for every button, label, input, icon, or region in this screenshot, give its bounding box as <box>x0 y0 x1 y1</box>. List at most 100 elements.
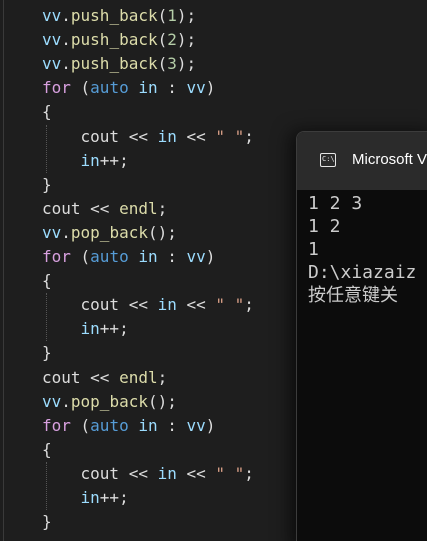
code-token: ; <box>119 319 129 339</box>
code-line: for (auto in : vv) <box>42 414 215 438</box>
code-token: << <box>119 463 158 483</box>
code-token: " " <box>215 463 245 483</box>
code-token: ) <box>205 78 216 98</box>
code-token: cout <box>80 463 120 483</box>
code-token: ); <box>176 54 197 74</box>
code-token: } <box>42 174 52 194</box>
code-token: << <box>119 126 158 146</box>
code-token: pop_back <box>70 222 148 242</box>
code-line: { <box>42 100 52 124</box>
code-token: endl <box>119 367 158 387</box>
code-token: vv <box>186 78 206 98</box>
code-token: push_back <box>70 6 158 25</box>
code-token: ; <box>157 198 168 218</box>
code-token: auto <box>90 247 129 266</box>
code-token: in <box>80 150 100 170</box>
code-token: auto <box>90 415 129 435</box>
code-token: << <box>119 295 158 315</box>
code-token: ; <box>244 126 254 146</box>
code-token: ); <box>176 30 197 50</box>
console-titlebar[interactable]: C:\ Microsoft V <box>297 132 427 190</box>
code-token: ; <box>244 295 254 315</box>
code-token: auto <box>90 78 129 98</box>
code-line: cout << in << " "; <box>42 462 254 486</box>
code-token: for <box>42 247 71 266</box>
code-token: << <box>176 463 216 483</box>
code-token: " " <box>215 126 245 146</box>
code-line: vv.push_back(3); <box>42 52 196 76</box>
code-token: << <box>176 295 216 315</box>
code-token: vv <box>42 391 62 411</box>
code-token: : <box>157 415 187 435</box>
code-token: . <box>61 222 71 242</box>
code-token: cout <box>42 367 81 387</box>
code-token: (); <box>147 391 177 411</box>
code-token: in <box>138 78 158 98</box>
code-token: ; <box>244 463 254 483</box>
code-token: for <box>42 78 71 98</box>
code-token: { <box>42 439 52 459</box>
code-token: 3 <box>167 54 177 74</box>
code-token: vv <box>42 54 62 74</box>
console-title: Microsoft V <box>352 151 427 168</box>
code-line: in++; <box>42 149 129 173</box>
editor-gutter-line <box>3 0 4 541</box>
code-token: in <box>138 247 158 266</box>
code-token: " " <box>215 295 245 315</box>
code-line: vv.pop_back(); <box>42 221 177 245</box>
code-token: in <box>80 319 100 339</box>
code-token: << <box>176 126 216 146</box>
code-token: ) <box>205 247 216 266</box>
code-token: in <box>138 415 158 435</box>
code-token: . <box>61 54 71 74</box>
code-token: push_back <box>70 54 158 74</box>
code-line: cout << in << " "; <box>42 293 254 317</box>
code-token: ; <box>157 367 168 387</box>
code-line: cout << in << " "; <box>42 125 254 149</box>
code-token: vv <box>186 247 206 266</box>
code-line: vv.pop_back(); <box>42 390 177 414</box>
code-token: in <box>80 488 100 507</box>
code-token: endl <box>119 198 158 218</box>
console-output-line: 按任意键关 <box>308 285 398 306</box>
code-token: ( <box>70 247 91 266</box>
code-line: in++; <box>42 317 129 341</box>
code-line: { <box>42 269 52 293</box>
code-token: in <box>157 126 177 146</box>
code-line: } <box>42 510 52 534</box>
console-output-line: D:\xiazaiz <box>308 262 417 283</box>
code-token: } <box>42 512 52 532</box>
code-token: . <box>61 391 71 411</box>
code-token: ) <box>205 415 216 435</box>
code-token: in <box>157 295 177 315</box>
code-token: for <box>42 415 71 435</box>
code-token: . <box>61 6 71 25</box>
console-window[interactable]: C:\ Microsoft V 1 2 31 2 1 D:\xiazaiz 按任意键关 <box>296 131 427 541</box>
code-token: push_back <box>70 30 158 50</box>
code-line: for (auto in : vv) <box>42 76 215 100</box>
console-output[interactable]: 1 2 31 2 1 D:\xiazaiz 按任意键关 <box>308 192 416 307</box>
code-token: vv <box>42 222 62 242</box>
code-token: ( <box>157 30 168 50</box>
code-token: ++ <box>99 488 120 507</box>
code-line: { <box>42 438 52 462</box>
console-window-icon: C:\ <box>320 153 336 167</box>
code-line: vv.push_back(2); <box>42 28 196 52</box>
code-token: cout <box>80 295 120 315</box>
code-token: : <box>157 78 187 98</box>
code-token: } <box>42 343 52 363</box>
code-token: . <box>61 30 71 50</box>
code-token: << <box>80 198 120 218</box>
code-token: ( <box>70 415 91 435</box>
code-line: vv.push_back(1); <box>42 4 196 28</box>
code-line: } <box>42 341 52 365</box>
code-token: : <box>157 247 187 266</box>
